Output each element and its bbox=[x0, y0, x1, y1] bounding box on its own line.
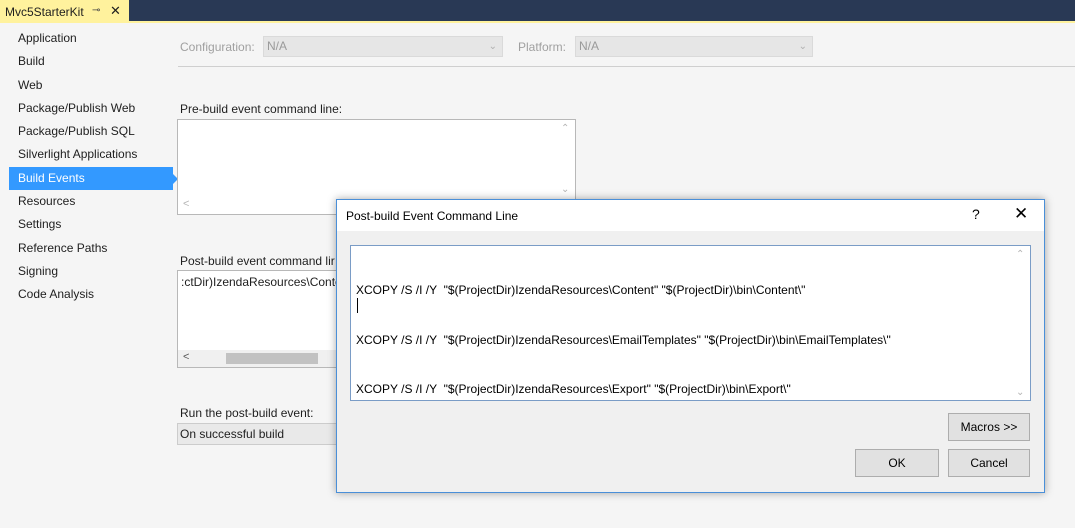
command-line: XCOPY /S /I /Y "$(ProjectDir)IzendaResou… bbox=[356, 283, 806, 297]
project-properties-nav: Application Build Web Package/Publish We… bbox=[0, 27, 178, 307]
dialog-titlebar: Post-build Event Command Line ? ✕ bbox=[337, 200, 1044, 231]
close-icon[interactable]: ✕ bbox=[110, 3, 121, 19]
chevron-left-icon[interactable]: < bbox=[183, 198, 189, 210]
platform-select: N/A ⌄ bbox=[575, 36, 813, 57]
scrollbar-thumb[interactable] bbox=[226, 353, 318, 364]
nav-item-silverlight-applications[interactable]: Silverlight Applications bbox=[0, 143, 168, 166]
close-icon[interactable]: ✕ bbox=[1014, 204, 1028, 224]
nav-item-package-publish-sql[interactable]: Package/Publish SQL bbox=[0, 120, 168, 143]
document-tab-title: Mvc5StarterKit bbox=[5, 4, 84, 19]
prebuild-label: Pre-build event command line: bbox=[180, 102, 343, 116]
dialog-title: Post-build Event Command Line bbox=[346, 209, 519, 223]
ok-button[interactable]: OK bbox=[855, 449, 939, 477]
nav-item-package-publish-web[interactable]: Package/Publish Web bbox=[0, 97, 168, 120]
nav-item-settings[interactable]: Settings bbox=[0, 213, 168, 236]
nav-item-resources[interactable]: Resources bbox=[0, 190, 168, 213]
configuration-select: N/A ⌄ bbox=[263, 36, 503, 57]
chevron-up-icon[interactable]: ⌃ bbox=[561, 123, 569, 134]
command-lines: XCOPY /S /I /Y "$(ProjectDir)IzendaResou… bbox=[356, 249, 891, 431]
run-postbuild-label: Run the post-build event: bbox=[180, 406, 314, 420]
divider bbox=[178, 66, 1075, 67]
run-postbuild-value: On successful build bbox=[180, 427, 285, 441]
configuration-value: N/A bbox=[267, 39, 288, 53]
chevron-down-icon[interactable]: ⌄ bbox=[561, 184, 569, 195]
nav-item-signing[interactable]: Signing bbox=[0, 260, 168, 283]
configuration-label: Configuration: bbox=[180, 40, 255, 54]
nav-item-reference-paths[interactable]: Reference Paths bbox=[0, 237, 168, 260]
chevron-left-icon[interactable]: < bbox=[183, 351, 189, 363]
macros-button[interactable]: Macros >> bbox=[948, 413, 1030, 441]
nav-item-application[interactable]: Application bbox=[0, 27, 168, 50]
postbuild-label: Post-build event command lir bbox=[180, 254, 335, 268]
platform-label: Platform: bbox=[518, 40, 567, 54]
chevron-down-icon: ⌄ bbox=[488, 41, 497, 52]
command-line: XCOPY /S /I /Y "$(ProjectDir)IzendaResou… bbox=[356, 382, 791, 396]
document-tab-strip: Mvc5StarterKit ⊸ ✕ bbox=[0, 0, 1075, 23]
postbuild-textbox[interactable]: :ctDir)IzendaResources\Conte < bbox=[177, 270, 342, 368]
run-postbuild-select[interactable]: On successful build bbox=[177, 423, 339, 445]
pin-icon[interactable]: ⊸ bbox=[92, 5, 100, 16]
horizontal-scrollbar[interactable]: < bbox=[178, 350, 338, 367]
nav-item-web[interactable]: Web bbox=[0, 74, 168, 97]
platform-value: N/A bbox=[579, 39, 600, 53]
nav-item-code-analysis[interactable]: Code Analysis bbox=[0, 283, 168, 306]
cancel-button[interactable]: Cancel bbox=[948, 449, 1030, 477]
chevron-down-icon: ⌄ bbox=[798, 41, 807, 52]
nav-item-build-events[interactable]: Build Events bbox=[9, 166, 178, 191]
vertical-scrollbar[interactable]: ⌃ ⌄ bbox=[1013, 246, 1030, 400]
postbuild-dialog: Post-build Event Command Line ? ✕ XCOPY … bbox=[336, 199, 1045, 493]
help-icon[interactable]: ? bbox=[972, 206, 980, 222]
nav-item-build[interactable]: Build bbox=[0, 50, 168, 73]
command-line-editor[interactable]: XCOPY /S /I /Y "$(ProjectDir)IzendaResou… bbox=[350, 245, 1031, 401]
chevron-down-icon[interactable]: ⌄ bbox=[1016, 387, 1024, 398]
document-tab[interactable]: Mvc5StarterKit ⊸ ✕ bbox=[0, 0, 129, 23]
chevron-up-icon[interactable]: ⌃ bbox=[1016, 249, 1024, 260]
text-caret bbox=[357, 298, 358, 313]
command-line: XCOPY /S /I /Y "$(ProjectDir)IzendaResou… bbox=[356, 332, 891, 347]
vertical-scrollbar[interactable]: ⌃ ⌄ bbox=[558, 120, 575, 197]
postbuild-text: :ctDir)IzendaResources\Conte bbox=[181, 275, 342, 289]
